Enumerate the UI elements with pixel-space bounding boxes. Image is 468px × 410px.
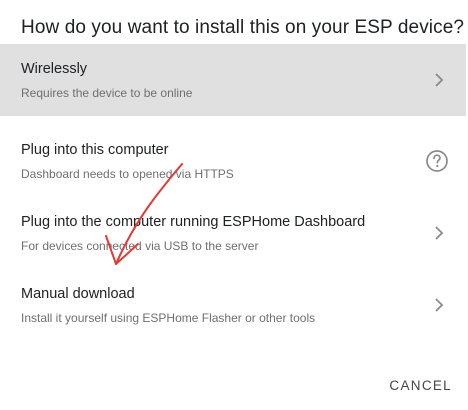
chevron-right-icon [435,73,444,87]
option-plug-into-dashboard-computer[interactable]: Plug into the computer running ESPHome D… [0,197,466,269]
option-label: Plug into this computer [21,142,169,158]
option-description: Install it yourself using ESPHome Flashe… [21,311,316,325]
chevron-right-icon [435,226,444,240]
option-label: Plug into the computer running ESPHome D… [21,214,366,230]
option-wirelessly[interactable]: Wirelessly Requires the device to be onl… [0,44,466,116]
dialog-title: How do you want to install this on your … [21,17,465,38]
option-label: Wirelessly [21,61,88,77]
help-circle-icon[interactable] [425,149,449,173]
install-dialog: How do you want to install this on your … [0,0,468,410]
option-description: For devices connected via USB to the ser… [21,239,259,253]
cancel-button[interactable]: CANCEL [389,378,452,393]
chevron-right-icon [435,298,444,312]
option-description: Requires the device to be online [21,86,193,100]
option-label: Manual download [21,286,135,302]
option-plug-into-this-computer[interactable]: Plug into this computer Dashboard needs … [0,125,466,197]
option-description: Dashboard needs to opened via HTTPS [21,167,234,181]
option-manual-download[interactable]: Manual download Install it yourself usin… [0,269,466,341]
